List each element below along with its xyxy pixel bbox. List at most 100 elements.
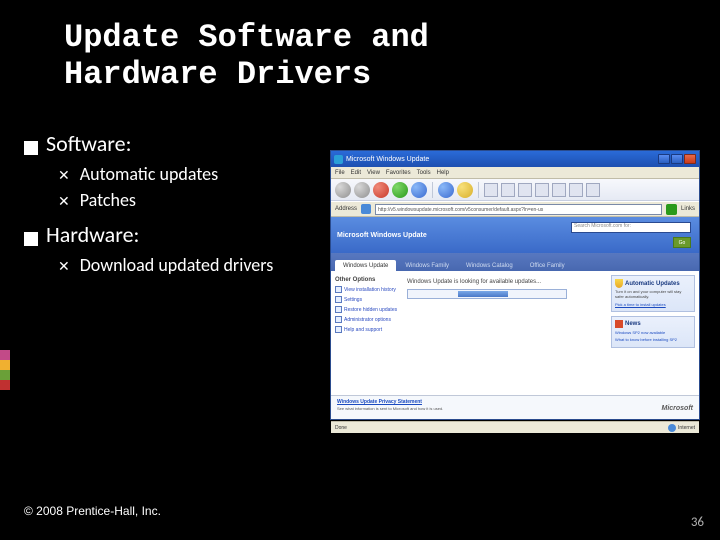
progress-text: Windows Update is looking for available … bbox=[407, 279, 603, 285]
menu-edit[interactable]: Edit bbox=[351, 170, 361, 176]
bullet-content: Software: ✕ Automatic updates ✕ Patches … bbox=[24, 130, 324, 280]
slide-number: 36 bbox=[691, 515, 704, 530]
discuss-button[interactable] bbox=[552, 183, 566, 197]
security-zone: Internet bbox=[668, 424, 695, 432]
globe-icon bbox=[668, 424, 676, 432]
auto-updates-body: Turn it on and your computer will stay s… bbox=[615, 290, 691, 300]
sidebar-link[interactable]: Administrator options bbox=[335, 316, 399, 323]
subbullet-patches: ✕ Patches bbox=[58, 189, 324, 211]
edit-button[interactable] bbox=[535, 183, 549, 197]
close-button[interactable] bbox=[684, 154, 696, 164]
sidebar-link-text: Help and support bbox=[344, 327, 382, 333]
window-title: Microsoft Windows Update bbox=[346, 156, 429, 163]
search-go-button[interactable]: Go bbox=[673, 237, 691, 248]
news-item[interactable]: What to know before installing SP2 bbox=[615, 337, 691, 342]
search-input[interactable]: Search Microsoft.com for: bbox=[571, 222, 691, 233]
news-card: News Windows SP2 now available What to k… bbox=[611, 316, 695, 348]
wu-tabs: Windows Update Windows Family Windows Ca… bbox=[331, 253, 699, 271]
accent-stripe bbox=[0, 350, 10, 390]
square-bullet-icon bbox=[24, 232, 38, 246]
sidebar-link[interactable]: Help and support bbox=[335, 326, 399, 333]
ie-address-bar: Address http://v5.windowsupdate.microsof… bbox=[331, 201, 699, 217]
ie-titlebar: Microsoft Windows Update bbox=[331, 151, 699, 167]
windows-update-screenshot: Microsoft Windows Update File Edit View … bbox=[330, 150, 700, 420]
ie-icon bbox=[334, 155, 343, 164]
home-button[interactable] bbox=[411, 182, 427, 198]
square-bullet-icon bbox=[24, 141, 38, 155]
sidebar-link[interactable]: Settings bbox=[335, 296, 399, 303]
history-button[interactable] bbox=[484, 183, 498, 197]
search-button[interactable] bbox=[438, 182, 454, 198]
progress-bar bbox=[407, 289, 567, 299]
page-icon bbox=[361, 204, 371, 214]
tab-windows-catalog[interactable]: Windows Catalog bbox=[458, 260, 521, 271]
bullet-software: Software: bbox=[24, 130, 324, 157]
x-bullet-icon: ✕ bbox=[58, 167, 70, 184]
tab-windows-family[interactable]: Windows Family bbox=[397, 260, 457, 271]
ie-status-bar: Done Internet bbox=[331, 421, 699, 433]
subbullet-text: Patches bbox=[80, 189, 136, 211]
forward-button[interactable] bbox=[354, 182, 370, 198]
bullet-hardware-text: Hardware: bbox=[46, 221, 139, 248]
mail-button[interactable] bbox=[501, 183, 515, 197]
maximize-button[interactable] bbox=[671, 154, 683, 164]
print-button[interactable] bbox=[518, 183, 532, 197]
subbullet-auto-updates: ✕ Automatic updates bbox=[58, 163, 324, 185]
wu-body: Other Options View installation history … bbox=[331, 271, 699, 395]
ie-menubar: File Edit View Favorites Tools Help bbox=[331, 167, 699, 179]
wu-right: Automatic Updates Turn it on and your co… bbox=[607, 271, 699, 395]
sidebar-link[interactable]: Restore hidden updates bbox=[335, 306, 399, 313]
news-icon bbox=[615, 320, 623, 328]
address-input[interactable]: http://v5.windowsupdate.microsoft.com/v5… bbox=[375, 204, 662, 215]
menu-view[interactable]: View bbox=[367, 170, 380, 176]
bullet-hardware: Hardware: bbox=[24, 221, 324, 248]
sidebar-link-text: Restore hidden updates bbox=[344, 307, 397, 313]
sidebar-link[interactable]: View installation history bbox=[335, 286, 399, 293]
tab-office-family[interactable]: Office Family bbox=[522, 260, 573, 271]
microsoft-brand: Microsoft bbox=[662, 405, 694, 412]
progress-fill bbox=[458, 291, 508, 297]
wu-logo: Microsoft Windows Update bbox=[337, 232, 427, 239]
news-title: News bbox=[625, 321, 641, 327]
messenger-button[interactable] bbox=[586, 183, 600, 197]
favorites-button[interactable] bbox=[457, 182, 473, 198]
minimize-button[interactable] bbox=[658, 154, 670, 164]
addr-label: Address bbox=[335, 206, 357, 212]
wu-sidebar: Other Options View installation history … bbox=[331, 271, 403, 395]
ie-toolbar bbox=[331, 179, 699, 201]
slide-title: Update Software and Hardware Drivers bbox=[0, 0, 720, 94]
news-item[interactable]: Windows SP2 now available bbox=[615, 330, 691, 335]
stop-button[interactable] bbox=[373, 182, 389, 198]
menu-tools[interactable]: Tools bbox=[417, 170, 431, 176]
copyright: © 2008 Prentice-Hall, Inc. bbox=[24, 504, 161, 518]
x-bullet-icon: ✕ bbox=[58, 193, 70, 210]
box-icon bbox=[335, 286, 342, 293]
subbullet-text: Automatic updates bbox=[80, 163, 218, 185]
sidebar-link-text: View installation history bbox=[344, 287, 396, 293]
automatic-updates-card: Automatic Updates Turn it on and your co… bbox=[611, 275, 695, 312]
privacy-body: See what information is sent to Microsof… bbox=[337, 406, 613, 411]
sidebar-header: Other Options bbox=[335, 277, 399, 283]
box-icon bbox=[335, 326, 342, 333]
wu-footer: Windows Update Privacy Statement See wha… bbox=[331, 395, 699, 421]
status-text: Done bbox=[335, 425, 347, 431]
sidebar-link-text: Administrator options bbox=[344, 317, 391, 323]
menu-file[interactable]: File bbox=[335, 170, 345, 176]
wu-header: Microsoft Windows Update Search Microsof… bbox=[331, 217, 699, 253]
menu-favorites[interactable]: Favorites bbox=[386, 170, 411, 176]
back-button[interactable] bbox=[335, 182, 351, 198]
x-bullet-icon: ✕ bbox=[58, 258, 70, 275]
box-icon bbox=[335, 316, 342, 323]
auto-updates-link[interactable]: Pick a time to install updates bbox=[615, 302, 666, 307]
privacy-link[interactable]: Windows Update Privacy Statement bbox=[337, 399, 613, 405]
bullet-software-text: Software: bbox=[46, 130, 132, 157]
title-line-2: Hardware Drivers bbox=[64, 56, 371, 93]
refresh-button[interactable] bbox=[392, 182, 408, 198]
links-label[interactable]: Links bbox=[681, 206, 695, 212]
box-icon bbox=[335, 306, 342, 313]
go-button[interactable] bbox=[666, 204, 677, 215]
research-button[interactable] bbox=[569, 183, 583, 197]
menu-help[interactable]: Help bbox=[437, 170, 449, 176]
zone-text: Internet bbox=[678, 425, 695, 431]
tab-windows-update[interactable]: Windows Update bbox=[335, 260, 396, 271]
